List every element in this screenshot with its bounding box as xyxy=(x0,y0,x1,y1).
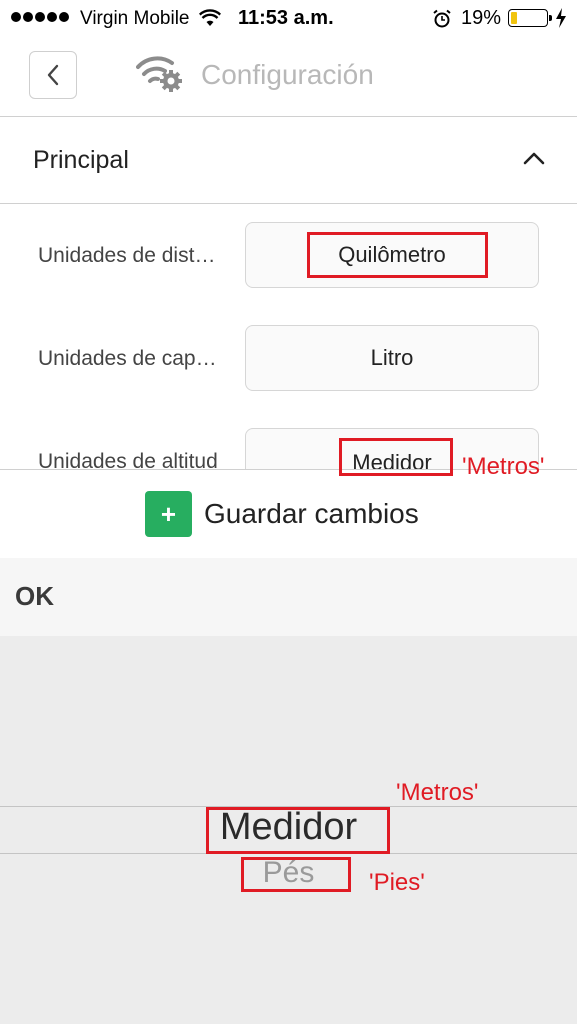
setting-row-distance: Unidades de distancia Quilômetro xyxy=(0,222,577,288)
alarm-clock-icon xyxy=(433,9,451,28)
carrier-name: Virgin Mobile xyxy=(80,8,190,29)
back-button[interactable] xyxy=(29,51,77,99)
capacity-unit-select[interactable]: Litro xyxy=(245,325,539,391)
battery-percent: 19% xyxy=(461,7,502,29)
highlight-box xyxy=(339,438,453,476)
plus-icon: + xyxy=(145,491,192,537)
chevron-left-icon xyxy=(47,64,59,86)
save-changes-label: Guardar cambios xyxy=(204,498,419,529)
app-header: Configuración xyxy=(0,38,577,117)
ok-button[interactable]: OK xyxy=(15,581,54,612)
status-bar: Virgin Mobile 11:53 a.m. 19% xyxy=(0,0,577,38)
signal-strength-icon xyxy=(11,12,69,22)
charging-bolt-icon xyxy=(556,8,566,28)
annotation-label: 'Metros' xyxy=(396,779,479,806)
setting-row-capacity: Unidades de capacidad Litro xyxy=(0,325,577,391)
setting-label: Unidades de altitud xyxy=(38,450,218,470)
chevron-up-icon[interactable] xyxy=(522,150,546,166)
setting-label: Unidades de distancia xyxy=(38,244,223,267)
section-title: Principal xyxy=(33,146,129,174)
setting-label: Unidades de capacidad xyxy=(38,347,223,370)
picker-toolbar: OK xyxy=(0,558,577,636)
annotation-label: 'Pies' xyxy=(369,869,425,896)
page-title: Configuración xyxy=(201,59,374,90)
wifi-gear-icon xyxy=(136,56,182,92)
annotation-label: 'Metros' xyxy=(462,453,545,480)
highlight-box xyxy=(206,807,390,854)
settings-list: Unidades de distancia Quilômetro Unidade… xyxy=(0,204,577,470)
status-time: 11:53 a.m. xyxy=(238,7,334,29)
section-principal[interactable]: Principal xyxy=(0,117,577,204)
wifi-icon xyxy=(199,9,221,26)
highlight-box xyxy=(241,857,351,892)
save-bar: + Guardar cambios xyxy=(0,469,577,559)
save-changes-button[interactable]: + Guardar cambios xyxy=(145,491,419,537)
highlight-box xyxy=(307,232,488,278)
battery-icon xyxy=(508,9,552,27)
